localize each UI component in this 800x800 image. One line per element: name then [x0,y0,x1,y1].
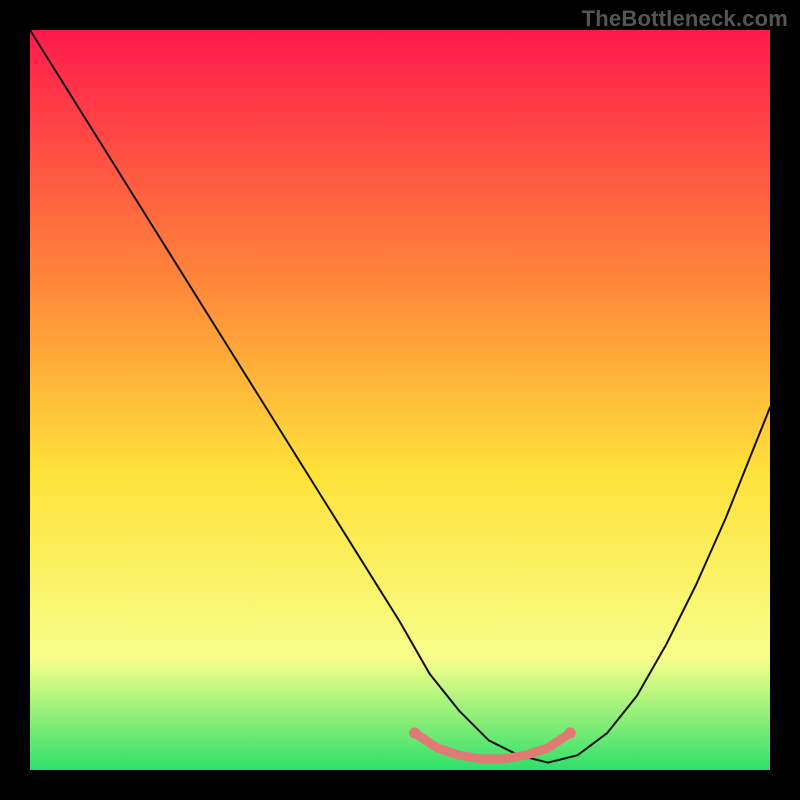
watermark-text: TheBottleneck.com [582,6,788,32]
optimal-range-endpoint [565,727,576,738]
chart-plot-area [30,30,770,770]
chart-frame: TheBottleneck.com [0,0,800,800]
optimal-range-endpoint [409,727,420,738]
chart-svg [30,30,770,770]
